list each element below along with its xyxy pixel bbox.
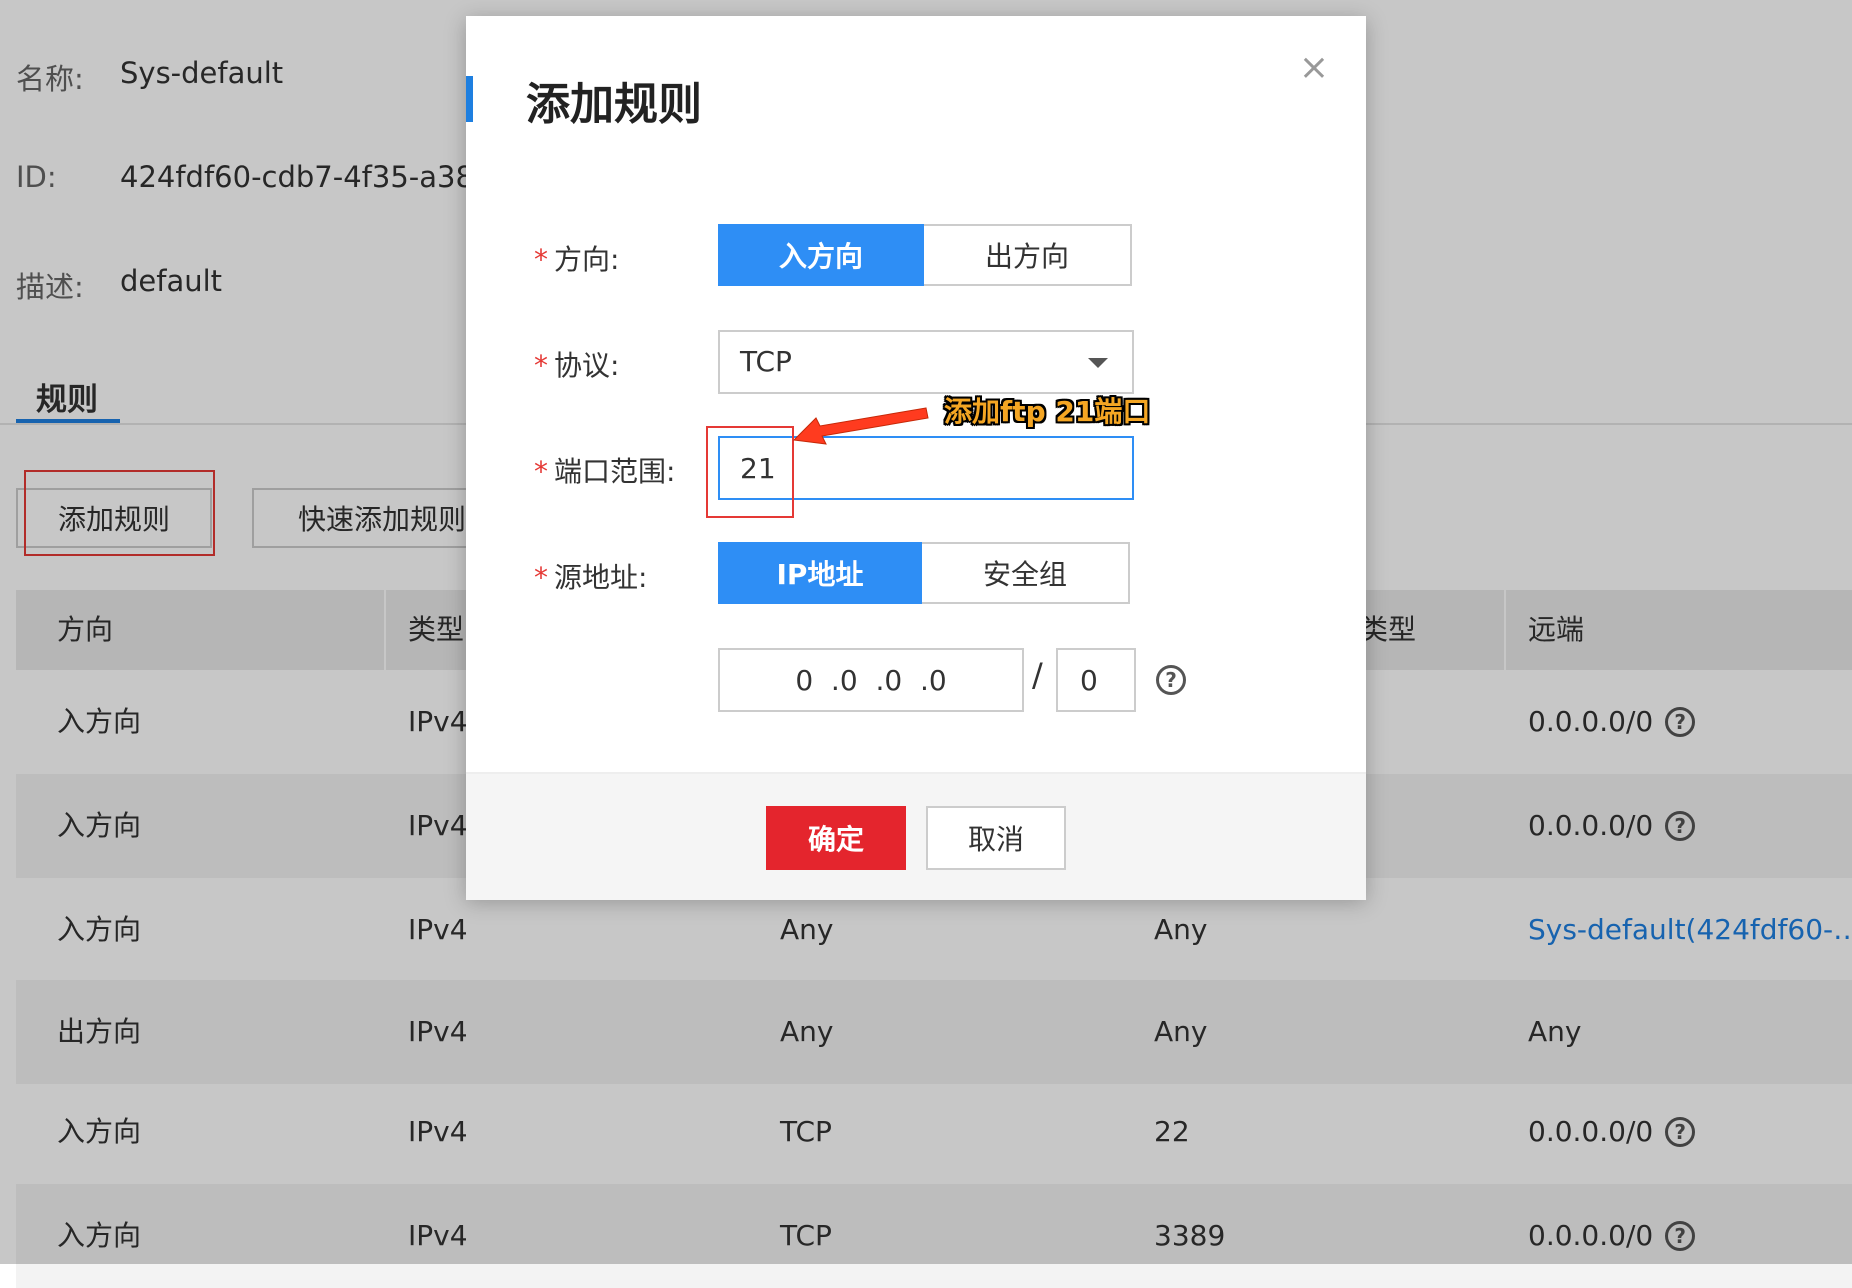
required-mark: * [534, 561, 548, 594]
source-label: * 源地址: [534, 561, 648, 594]
annotation-label: 添加ftp 21端口 [944, 395, 1151, 428]
dialog-title: 添加规则 [526, 79, 702, 130]
port-input-highlight-box [706, 426, 794, 518]
cancel-button[interactable]: 取消 [926, 806, 1066, 870]
source-ip-option[interactable]: IP地址 [718, 542, 922, 604]
help-icon[interactable]: ? [1156, 665, 1186, 695]
protocol-label: * 协议: [534, 349, 620, 382]
source-type-toggle: IP地址 安全组 [718, 542, 1130, 604]
source-security-group-option[interactable]: 安全组 [922, 542, 1130, 604]
required-mark: * [534, 243, 548, 276]
direction-inbound-option[interactable]: 入方向 [718, 224, 924, 286]
direction-toggle: 入方向 出方向 [718, 224, 1132, 286]
cidr-mask-input[interactable]: 0 [1056, 648, 1136, 712]
dialog-footer: 确定 取消 [466, 772, 1366, 900]
title-accent-bar [466, 76, 473, 122]
annotation-arrow-icon [792, 407, 929, 445]
required-mark: * [534, 349, 548, 382]
required-mark: * [534, 455, 548, 488]
confirm-button[interactable]: 确定 [766, 806, 906, 870]
ip-address-value: 0 .0 .0 .0 [795, 663, 947, 697]
close-icon[interactable]: × [1296, 50, 1332, 86]
add-rule-dialog: 添加规则 × *方向: 入方向 出方向 *协议: TCP *端口范围: *源地址… [466, 16, 1366, 900]
ip-address-input[interactable]: 0 .0 .0 .0 [718, 648, 1024, 712]
cidr-separator: / [1032, 656, 1043, 694]
port-range-label: * 端口范围: [534, 455, 676, 488]
cidr-mask-value: 0 [1080, 663, 1098, 697]
direction-label: * 方向: [534, 243, 620, 276]
direction-outbound-option[interactable]: 出方向 [924, 224, 1132, 286]
protocol-select[interactable]: TCP [718, 330, 1134, 394]
protocol-selected-value: TCP [740, 345, 792, 378]
chevron-down-icon [1088, 358, 1108, 368]
